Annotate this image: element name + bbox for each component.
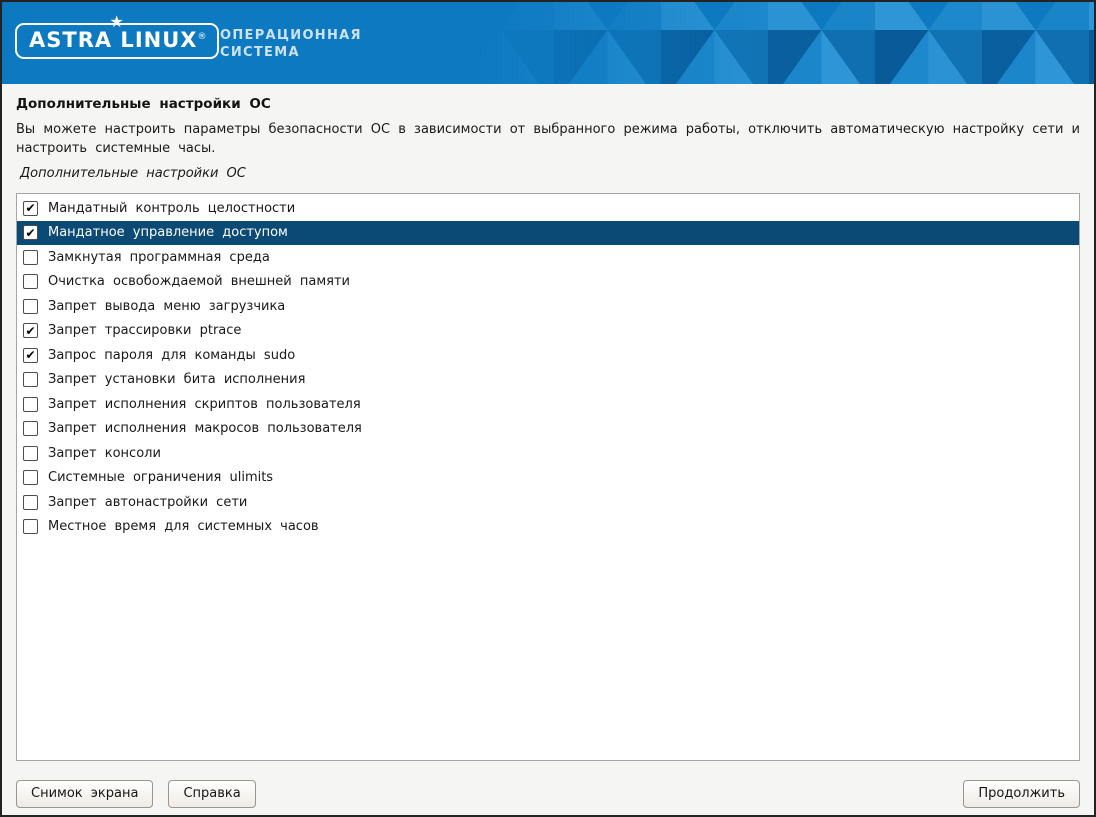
list-item[interactable]: Системные ограничения ulimits: [17, 466, 1079, 491]
header-pattern: [474, 2, 1094, 84]
section-label: Дополнительные настройки ОС: [16, 166, 1080, 181]
checkbox-icon[interactable]: [23, 250, 38, 265]
list-item[interactable]: Очистка освобождаемой внешней памяти: [17, 270, 1079, 295]
list-item-label: Местное время для системных часов: [48, 519, 319, 534]
checkbox-icon[interactable]: [23, 397, 38, 412]
installer-window: ★ ASTRA LINUX® ОПЕРАЦИОННАЯ СИСТЕМА Допо…: [0, 0, 1096, 817]
list-item-label: Запрет вывода меню загрузчика: [48, 299, 285, 314]
list-item[interactable]: Запрет исполнения макросов пользователя: [17, 417, 1079, 442]
checkbox-icon[interactable]: [23, 470, 38, 485]
list-item-label: Запрет трассировки ptrace: [48, 323, 241, 338]
list-item-label: Очистка освобождаемой внешней памяти: [48, 274, 350, 289]
list-item[interactable]: ✔ Запрет трассировки ptrace: [17, 319, 1079, 344]
list-item-label: Мандатное управление доступом: [48, 225, 288, 240]
list-item[interactable]: ✔ Мандатное управление доступом: [17, 221, 1079, 246]
header: ★ ASTRA LINUX® ОПЕРАЦИОННАЯ СИСТЕМА: [2, 2, 1094, 84]
list-item-label: Замкнутая программная среда: [48, 250, 270, 265]
registered-mark: ®: [197, 32, 207, 42]
list-item-label: Запрос пароля для команды sudo: [48, 348, 295, 363]
brand-os-line2: СИСТЕМА: [220, 44, 362, 61]
checkbox-icon[interactable]: [23, 421, 38, 436]
list-item-label: Системные ограничения ulimits: [48, 470, 273, 485]
list-item-label: Запрет автонастройки сети: [48, 495, 247, 510]
checkbox-icon[interactable]: [23, 372, 38, 387]
list-item-label: Запрет установки бита исполнения: [48, 372, 305, 387]
list-item[interactable]: Запрет установки бита исполнения: [17, 368, 1079, 393]
continue-button[interactable]: Продолжить: [963, 780, 1080, 808]
star-icon: ★: [108, 12, 127, 31]
footer: Снимок экрана Справка Продолжить: [2, 761, 1094, 808]
list-item[interactable]: Запрет автонастройки сети: [17, 490, 1079, 515]
checkbox-icon[interactable]: [23, 299, 38, 314]
logo-text: ASTRA LINUX: [29, 28, 197, 52]
brand-os-label: ОПЕРАЦИОННАЯ СИСТЕМА: [220, 27, 362, 61]
page-description: Вы можете настроить параметры безопаснос…: [16, 121, 1080, 158]
brand-os-line1: ОПЕРАЦИОННАЯ: [220, 27, 362, 44]
list-item-label: Мандатный контроль целостности: [48, 201, 295, 216]
astra-linux-logo: ★ ASTRA LINUX®: [15, 23, 219, 59]
list-item-label: Запрет консоли: [48, 446, 161, 461]
help-button[interactable]: Справка: [168, 780, 255, 808]
list-item[interactable]: Запрет исполнения скриптов пользователя: [17, 392, 1079, 417]
list-item[interactable]: ✔ Запрос пароля для команды sudo: [17, 343, 1079, 368]
list-item[interactable]: Запрет консоли: [17, 441, 1079, 466]
list-item-label: Запрет исполнения скриптов пользователя: [48, 397, 361, 412]
list-item[interactable]: Замкнутая программная среда: [17, 245, 1079, 270]
list-item-label: Запрет исполнения макросов пользователя: [48, 421, 362, 436]
options-list[interactable]: ✔ Мандатный контроль целостности ✔ Манда…: [16, 193, 1080, 761]
checkbox-icon[interactable]: ✔: [23, 348, 38, 363]
screenshot-button[interactable]: Снимок экрана: [16, 780, 153, 808]
checkbox-icon[interactable]: [23, 519, 38, 534]
checkbox-icon[interactable]: [23, 495, 38, 510]
list-item[interactable]: ✔ Мандатный контроль целостности: [17, 196, 1079, 221]
checkbox-icon[interactable]: ✔: [23, 323, 38, 338]
checkbox-icon[interactable]: ✔: [23, 201, 38, 216]
checkbox-icon[interactable]: [23, 446, 38, 461]
checkbox-icon[interactable]: ✔: [23, 225, 38, 240]
checkbox-icon[interactable]: [23, 274, 38, 289]
main-content: Дополнительные настройки ОС Вы можете на…: [2, 97, 1094, 761]
list-item[interactable]: Местное время для системных часов: [17, 515, 1079, 540]
list-item[interactable]: Запрет вывода меню загрузчика: [17, 294, 1079, 319]
page-title: Дополнительные настройки ОС: [16, 97, 1080, 112]
